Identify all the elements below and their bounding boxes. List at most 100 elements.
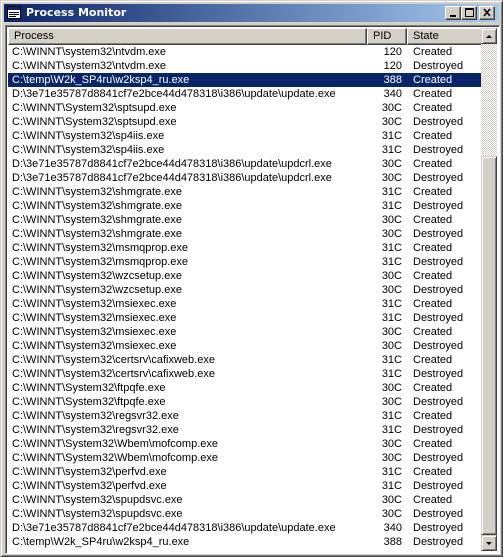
table-row[interactable]: C:\WINNT\system32\sp4iis.exe 31C Created xyxy=(8,129,485,143)
state-cell: Created xyxy=(413,270,453,282)
table-row[interactable]: C:\WINNT\system32\shmgrate.exe 31C Destroy… xyxy=(8,199,485,213)
pid-cell: 30C xyxy=(381,228,402,240)
table-row[interactable]: C:\WINNT\System32\sptsupd.exe 30C Created xyxy=(8,101,485,115)
pid-cell: 31C xyxy=(381,200,402,212)
close-button[interactable] xyxy=(479,6,495,20)
vertical-scrollbar[interactable] xyxy=(481,28,497,551)
title-bar[interactable]: Process Monitor xyxy=(4,4,499,22)
state-cell: Created xyxy=(413,354,453,366)
table-row[interactable]: C:\WINNT\system32\msiexec.exe 31C Destroye… xyxy=(8,311,485,325)
scroll-up-button[interactable] xyxy=(481,28,497,44)
table-row[interactable]: D:\3e71e35787d8841cf7e2bce44d478318\i386… xyxy=(8,87,485,101)
table-row[interactable]: C:\WINNT\system32\spupdsvc.exe 30C Destroy… xyxy=(8,507,485,521)
table-row[interactable]: C:\WINNT\System32\Wbem\mofcomp.exe 30C Cre… xyxy=(8,437,485,451)
process-cell: C:\WINNT\system32\shmgrate.exe xyxy=(12,214,182,226)
process-cell: C:\WINNT\System32\Wbem\mofcomp.exe xyxy=(12,452,218,464)
process-cell: C:\WINNT\System32\sptsupd.exe xyxy=(12,116,177,128)
state-cell: Destroyed xyxy=(413,228,464,240)
table-row[interactable]: C:\WINNT\System32\ftpqfe.exe 30C Created xyxy=(8,381,485,395)
state-cell: Destroyed xyxy=(413,144,464,156)
table-row[interactable]: C:\WINNT\system32\wzcsetup.exe 30C Created xyxy=(8,269,485,283)
state-cell: Destroyed xyxy=(413,396,464,408)
state-cell: Destroyed xyxy=(413,284,464,296)
table-row[interactable]: C:\WINNT\system32\ntvdm.exe 120 Created xyxy=(8,45,485,59)
minimize-button[interactable] xyxy=(445,6,461,20)
table-row[interactable]: C:\WINNT\system32\spupdsvc.exe 30C Created xyxy=(8,493,485,507)
table-row[interactable]: C:\WINNT\system32\regsvr32.exe 31C Created xyxy=(8,409,485,423)
pid-cell: 388 xyxy=(383,74,402,86)
process-cell: C:\WINNT\system32\spupdsvc.exe xyxy=(12,494,183,506)
pid-cell: 31C xyxy=(381,424,402,436)
table-row[interactable]: C:\WINNT\system32\certsrv\cafixweb.exe 31… xyxy=(8,353,485,367)
pid-cell: 31C xyxy=(381,130,402,142)
scrollbar-thumb[interactable] xyxy=(481,156,497,535)
table-row[interactable]: C:\temp\W2k_SP4ru\w2ksp4_ru.exe 388 Destro… xyxy=(8,535,485,549)
process-cell: C:\WINNT\System32\sptsupd.exe xyxy=(12,102,177,114)
process-cell: C:\WINNT\system32\sp4iis.exe xyxy=(12,144,165,156)
state-cell: Destroyed xyxy=(413,340,464,352)
table-row[interactable]: C:\WINNT\system32\ntvdm.exe 120 Destroyed xyxy=(8,59,485,73)
table-row[interactable]: C:\WINNT\System32\ftpqfe.exe 30C Destroyed xyxy=(8,395,485,409)
process-cell: C:\WINNT\System32\ftpqfe.exe xyxy=(12,382,166,394)
table-row[interactable]: C:\WINNT\system32\msmqprop.exe 31C Destroy… xyxy=(8,255,485,269)
state-cell: Created xyxy=(413,466,453,478)
pid-cell: 30C xyxy=(381,214,402,226)
table-row[interactable]: C:\WINNT\system32\shmgrate.exe 30C Destroy… xyxy=(8,227,485,241)
process-cell: D:\3e71e35787d8841cf7e2bce44d478318\i386… xyxy=(12,88,336,100)
pid-cell: 30C xyxy=(381,438,402,450)
state-cell: Created xyxy=(413,410,453,422)
table-row[interactable]: C:\WINNT\system32\regsvr32.exe 31C Destroy… xyxy=(8,423,485,437)
table-row[interactable]: C:\WINNT\system32\msiexec.exe 31C Created xyxy=(8,297,485,311)
state-cell: Created xyxy=(413,74,453,86)
state-cell: Destroyed xyxy=(413,536,464,548)
process-cell: D:\3e71e35787d8841cf7e2bce44d478318\i386… xyxy=(12,172,332,184)
column-header-pid[interactable]: PID xyxy=(367,28,407,45)
table-row[interactable]: C:\WINNT\system32\shmgrate.exe 30C Created xyxy=(8,213,485,227)
state-cell: Destroyed xyxy=(413,312,464,324)
pid-cell: 31C xyxy=(381,312,402,324)
pid-cell: 30C xyxy=(381,158,402,170)
state-cell: Created xyxy=(413,214,453,226)
state-cell: Destroyed xyxy=(413,172,464,184)
pid-cell: 31C xyxy=(381,256,402,268)
state-cell: Destroyed xyxy=(413,522,464,534)
process-cell: C:\WINNT\system32\sp4iis.exe xyxy=(12,130,165,142)
process-cell: C:\WINNT\System32\ftpqfe.exe xyxy=(12,396,166,408)
scroll-down-button[interactable] xyxy=(481,535,497,551)
table-row[interactable]: C:\WINNT\system32\perfvd.exe 31C Destroyed xyxy=(8,479,485,493)
close-icon xyxy=(483,8,491,17)
state-cell: Created xyxy=(413,88,453,100)
table-row[interactable]: D:\3e71e35787d8841cf7e2bce44d478318\i386… xyxy=(8,521,485,535)
state-cell: Destroyed xyxy=(413,452,464,464)
process-cell: C:\WINNT\system32\msiexec.exe xyxy=(12,298,177,310)
column-header-state[interactable]: State xyxy=(407,28,485,45)
table-row[interactable]: C:\WINNT\system32\msiexec.exe 30C Destroye… xyxy=(8,339,485,353)
table-row[interactable]: C:\WINNT\system32\shmgrate.exe 31C Created xyxy=(8,185,485,199)
pid-cell: 31C xyxy=(381,298,402,310)
table-row[interactable]: C:\WINNT\system32\certsrv\cafixweb.exe 31… xyxy=(8,367,485,381)
column-header-process[interactable]: Process xyxy=(8,28,367,45)
list-rows: C:\WINNT\system32\ntvdm.exe 120 Created C:\… xyxy=(8,45,485,553)
table-row[interactable]: C:\WINNT\system32\wzcsetup.exe 30C Destroy… xyxy=(8,283,485,297)
maximize-button[interactable] xyxy=(461,6,477,20)
table-row[interactable]: C:\WINNT\system32\perfvd.exe 31C Created xyxy=(8,465,485,479)
table-row[interactable]: C:\WINNT\System32\sptsupd.exe 30C Destroye… xyxy=(8,115,485,129)
state-cell: Created xyxy=(413,382,453,394)
state-cell: Destroyed xyxy=(413,480,464,492)
table-row[interactable]: D:\3e71e35787d8841cf7e2bce44d478318\i386… xyxy=(8,157,485,171)
state-cell: Destroyed xyxy=(413,508,464,520)
table-row[interactable]: C:\temp\W2k_SP4ru\w2ksp4_ru.exe 388 Create… xyxy=(8,73,485,87)
table-row[interactable]: C:\WINNT\system32\msmqprop.exe 31C Created xyxy=(8,241,485,255)
state-cell: Destroyed xyxy=(413,424,464,436)
state-cell: Created xyxy=(413,130,453,142)
table-row[interactable]: C:\WINNT\system32\sp4iis.exe 31C Destroyed xyxy=(8,143,485,157)
table-row[interactable]: D:\3e71e35787d8841cf7e2bce44d478318\i386… xyxy=(8,171,485,185)
process-list[interactable]: Process PID State C:\WINNT\system32\ntvd… xyxy=(5,25,500,554)
process-cell: C:\temp\W2k_SP4ru\w2ksp4_ru.exe xyxy=(12,536,190,548)
table-row[interactable]: C:\WINNT\system32\msiexec.exe 30C Created xyxy=(8,325,485,339)
process-cell: C:\WINNT\system32\regsvr32.exe xyxy=(12,410,179,422)
window-app-icon[interactable] xyxy=(7,6,21,19)
pid-cell: 31C xyxy=(381,466,402,478)
table-row[interactable]: C:\WINNT\System32\Wbem\mofcomp.exe 30C Des… xyxy=(8,451,485,465)
pid-cell: 388 xyxy=(383,536,402,548)
